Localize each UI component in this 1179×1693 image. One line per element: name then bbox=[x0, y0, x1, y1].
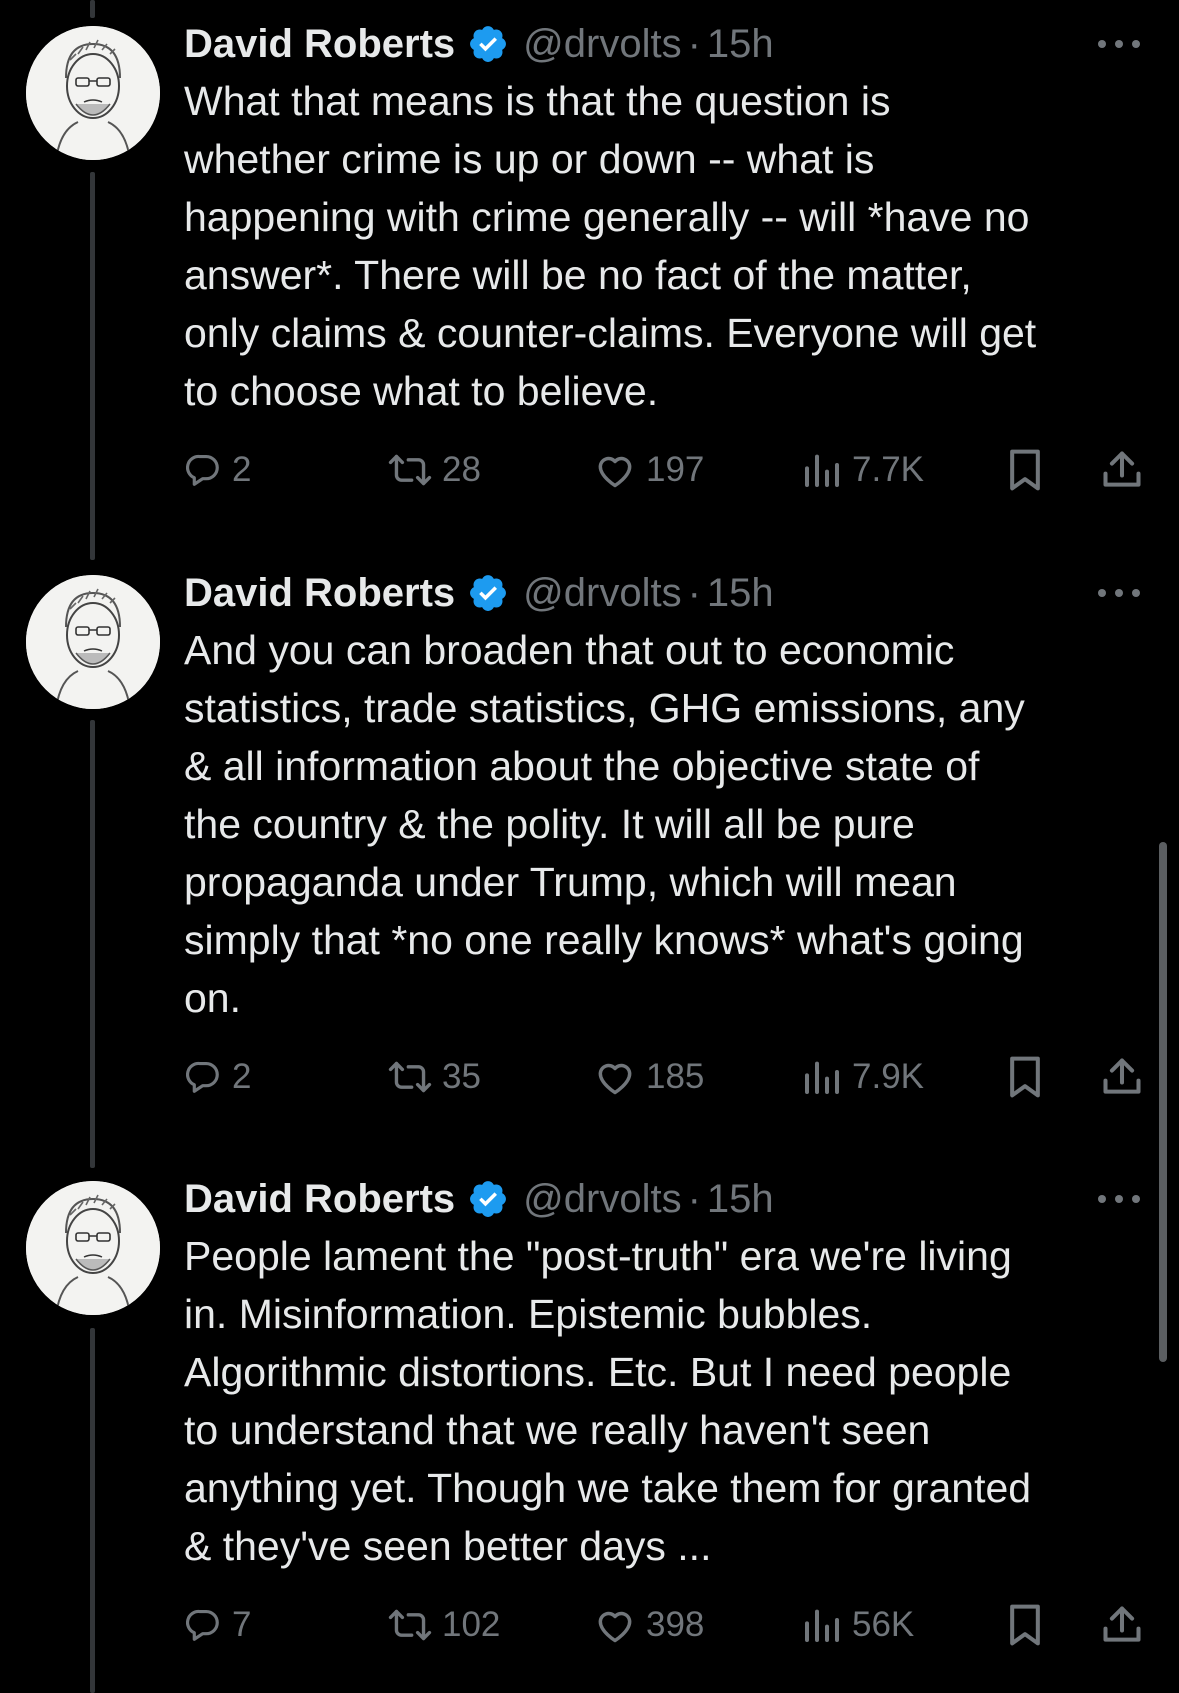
like-count: 197 bbox=[646, 450, 705, 489]
share-icon[interactable] bbox=[1100, 1595, 1144, 1655]
author-handle[interactable]: @drvolts bbox=[523, 1177, 681, 1222]
like-icon bbox=[598, 1063, 632, 1095]
tweet-text: What that means is that the question is … bbox=[184, 78, 1037, 414]
verified-badge-icon bbox=[467, 1178, 509, 1220]
thread-line-1 bbox=[90, 172, 95, 560]
avatar[interactable] bbox=[26, 575, 160, 709]
tweet-actions: 2 28 197 7.7K bbox=[184, 440, 1144, 500]
repost-count: 28 bbox=[442, 450, 481, 489]
author-name[interactable]: David Roberts bbox=[184, 22, 455, 67]
like-icon bbox=[598, 456, 632, 488]
author-name[interactable]: David Roberts bbox=[184, 1177, 455, 1222]
views-button[interactable]: 7.9K bbox=[802, 1047, 924, 1107]
views-icon bbox=[805, 454, 839, 487]
tweet-actions: 2 35 185 7.9K bbox=[184, 1047, 1144, 1107]
tweet-header: David Roberts @drvolts · 15h bbox=[184, 1171, 774, 1227]
separator-dot: · bbox=[687, 1176, 701, 1221]
reply-button[interactable]: 2 bbox=[184, 440, 251, 500]
reply-icon bbox=[185, 1609, 219, 1641]
author-handle[interactable]: @drvolts bbox=[523, 571, 681, 616]
repost-button[interactable]: 35 bbox=[388, 1047, 481, 1107]
reply-icon bbox=[185, 454, 219, 486]
reply-button[interactable]: 2 bbox=[184, 1047, 251, 1107]
share-icon[interactable] bbox=[1100, 1047, 1144, 1107]
tweet-time[interactable]: 15h bbox=[707, 1177, 774, 1222]
views-button[interactable]: 7.7K bbox=[802, 440, 924, 500]
verified-badge-icon bbox=[467, 23, 509, 65]
views-icon bbox=[805, 1061, 839, 1094]
repost-count: 102 bbox=[442, 1605, 501, 1644]
share-icon[interactable] bbox=[1100, 440, 1144, 500]
tweet-header: David Roberts @drvolts · 15h bbox=[184, 565, 774, 621]
reply-button[interactable]: 7 bbox=[184, 1595, 251, 1655]
separator-dot: · bbox=[687, 21, 701, 66]
bookmark-icon[interactable] bbox=[1006, 440, 1044, 500]
scrollbar[interactable] bbox=[1159, 842, 1167, 1362]
repost-count: 35 bbox=[442, 1057, 481, 1096]
more-options-icon[interactable] bbox=[1089, 1171, 1149, 1227]
reply-count: 2 bbox=[232, 1057, 252, 1096]
repost-icon bbox=[388, 454, 432, 486]
views-count: 7.7K bbox=[852, 450, 924, 489]
repost-button[interactable]: 102 bbox=[388, 1595, 500, 1655]
like-count: 185 bbox=[646, 1057, 705, 1096]
more-options-icon[interactable] bbox=[1089, 565, 1149, 621]
views-count: 7.9K bbox=[852, 1057, 924, 1096]
tweet-text: And you can broaden that out to economic… bbox=[184, 627, 1025, 1021]
like-count: 398 bbox=[646, 1605, 705, 1644]
repost-icon bbox=[388, 1061, 432, 1093]
thread-line-3 bbox=[90, 1328, 95, 1693]
tweet-text: People lament the "post-truth" era we're… bbox=[184, 1233, 1032, 1569]
reply-icon bbox=[185, 1061, 219, 1093]
like-button[interactable]: 398 bbox=[594, 1595, 704, 1655]
tweet-time[interactable]: 15h bbox=[707, 22, 774, 67]
like-icon bbox=[598, 1611, 632, 1643]
views-count: 56K bbox=[852, 1605, 915, 1644]
avatar[interactable] bbox=[26, 1181, 160, 1315]
reply-count: 2 bbox=[232, 450, 252, 489]
tweet-actions: 7 102 398 56K bbox=[184, 1595, 1144, 1655]
tweet-header: David Roberts @drvolts · 15h bbox=[184, 16, 774, 72]
verified-badge-icon bbox=[467, 572, 509, 614]
thread-line-2 bbox=[90, 720, 95, 1168]
thread-line-top bbox=[90, 0, 95, 18]
tweet-time[interactable]: 15h bbox=[707, 571, 774, 616]
author-name[interactable]: David Roberts bbox=[184, 571, 455, 616]
like-button[interactable]: 197 bbox=[594, 440, 704, 500]
views-button[interactable]: 56K bbox=[802, 1595, 914, 1655]
repost-button[interactable]: 28 bbox=[388, 440, 481, 500]
reply-count: 7 bbox=[232, 1605, 252, 1644]
views-icon bbox=[805, 1609, 839, 1642]
bookmark-icon[interactable] bbox=[1006, 1595, 1044, 1655]
like-button[interactable]: 185 bbox=[594, 1047, 704, 1107]
repost-icon bbox=[388, 1609, 432, 1641]
author-handle[interactable]: @drvolts bbox=[523, 22, 681, 67]
bookmark-icon[interactable] bbox=[1006, 1047, 1044, 1107]
more-options-icon[interactable] bbox=[1089, 16, 1149, 72]
separator-dot: · bbox=[687, 570, 701, 615]
avatar[interactable] bbox=[26, 26, 160, 160]
